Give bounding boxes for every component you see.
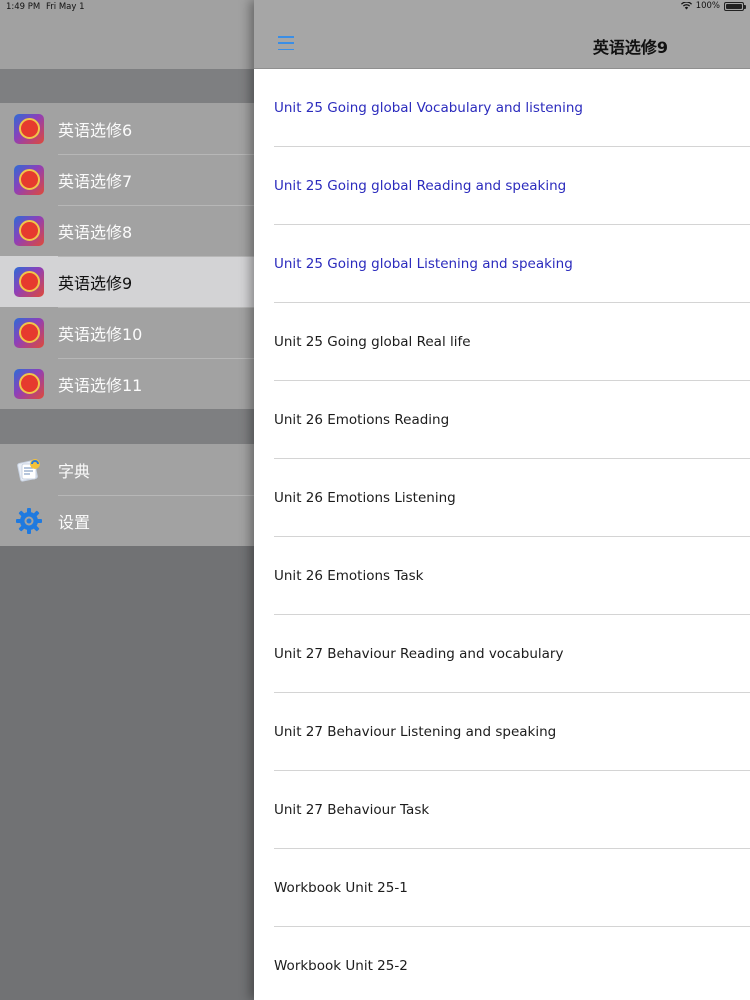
page-title: 英语选修9: [592, 38, 668, 57]
battery-percent: 100%: [695, 1, 720, 11]
sidebar-item-label: 英语选修6: [58, 120, 133, 140]
gear-icon: [14, 506, 44, 536]
list-item[interactable]: Unit 27 Behaviour Reading and vocabulary: [254, 615, 750, 693]
sidebar-item-settings[interactable]: 设置: [0, 495, 254, 546]
status-bar: 1:49 PM Fri May 1 100%: [0, 0, 750, 14]
sidebar-item-label: 设置: [58, 512, 91, 532]
sidebar-item-label: 英语选修9: [58, 273, 133, 293]
sidebar-item-book-8[interactable]: 英语选修8: [0, 205, 254, 256]
tool-list: 字典 设置: [0, 444, 254, 546]
sidebar-item-label: 英语选修10: [58, 324, 143, 344]
book-cover-icon: [14, 317, 44, 348]
list-item[interactable]: Unit 25 Going global Listening and speak…: [254, 225, 750, 303]
hamburger-menu-icon[interactable]: [278, 36, 294, 50]
sidebar-item-label: 字典: [58, 461, 91, 481]
screen: 1:49 PM Fri May 1 100% 英语选修6 英语选修7 英语选修8…: [0, 0, 750, 1000]
wifi-icon: [680, 2, 692, 10]
sidebar-item-book-11[interactable]: 英语选修11: [0, 358, 254, 409]
list-item[interactable]: Unit 27 Behaviour Task: [254, 771, 750, 849]
book-cover-icon: [14, 164, 44, 195]
list-item[interactable]: Unit 27 Behaviour Listening and speaking: [254, 693, 750, 771]
status-date: Fri May 1: [46, 2, 85, 12]
main-panel: 英语选修9 Unit 25 Going global Vocabulary an…: [254, 0, 750, 1000]
list-item[interactable]: Workbook Unit 25-1: [254, 849, 750, 927]
book-list: 英语选修6 英语选修7 英语选修8 英语选修9 英语选修10 英语选修11: [0, 103, 254, 409]
sidebar-section-gap: [0, 409, 254, 444]
sidebar-item-book-7[interactable]: 英语选修7: [0, 154, 254, 205]
sidebar-item-dictionary[interactable]: 字典: [0, 444, 254, 495]
battery-icon: [724, 1, 746, 11]
sidebar-section-gap: [0, 69, 254, 103]
book-cover-icon: [14, 113, 44, 144]
dictionary-icon: [14, 455, 44, 485]
sidebar-item-book-9[interactable]: 英语选修9: [0, 256, 254, 307]
list-item[interactable]: Unit 26 Emotions Reading: [254, 381, 750, 459]
list-item[interactable]: Unit 26 Emotions Listening: [254, 459, 750, 537]
list-item[interactable]: Workbook Unit 25-2: [254, 927, 750, 1000]
status-time: 1:49 PM: [6, 2, 41, 12]
list-item[interactable]: Unit 25 Going global Vocabulary and list…: [254, 69, 750, 147]
sidebar-item-label: 英语选修11: [58, 375, 143, 395]
list-item[interactable]: Unit 26 Emotions Task: [254, 537, 750, 615]
sidebar-item-book-10[interactable]: 英语选修10: [0, 307, 254, 358]
sidebar-item-label: 英语选修8: [58, 222, 133, 242]
sidebar-item-book-6[interactable]: 英语选修6: [0, 103, 254, 154]
status-right: 100%: [680, 1, 746, 11]
lesson-list: Unit 25 Going global Vocabulary and list…: [254, 69, 750, 1000]
book-cover-icon: [14, 368, 44, 399]
list-item[interactable]: Unit 25 Going global Reading and speakin…: [254, 147, 750, 225]
book-cover-icon: [14, 266, 44, 297]
book-cover-icon: [14, 215, 44, 246]
sidebar: 英语选修6 英语选修7 英语选修8 英语选修9 英语选修10 英语选修11 字典…: [0, 0, 254, 1000]
sidebar-item-label: 英语选修7: [58, 171, 133, 191]
list-item[interactable]: Unit 25 Going global Real life: [254, 303, 750, 381]
